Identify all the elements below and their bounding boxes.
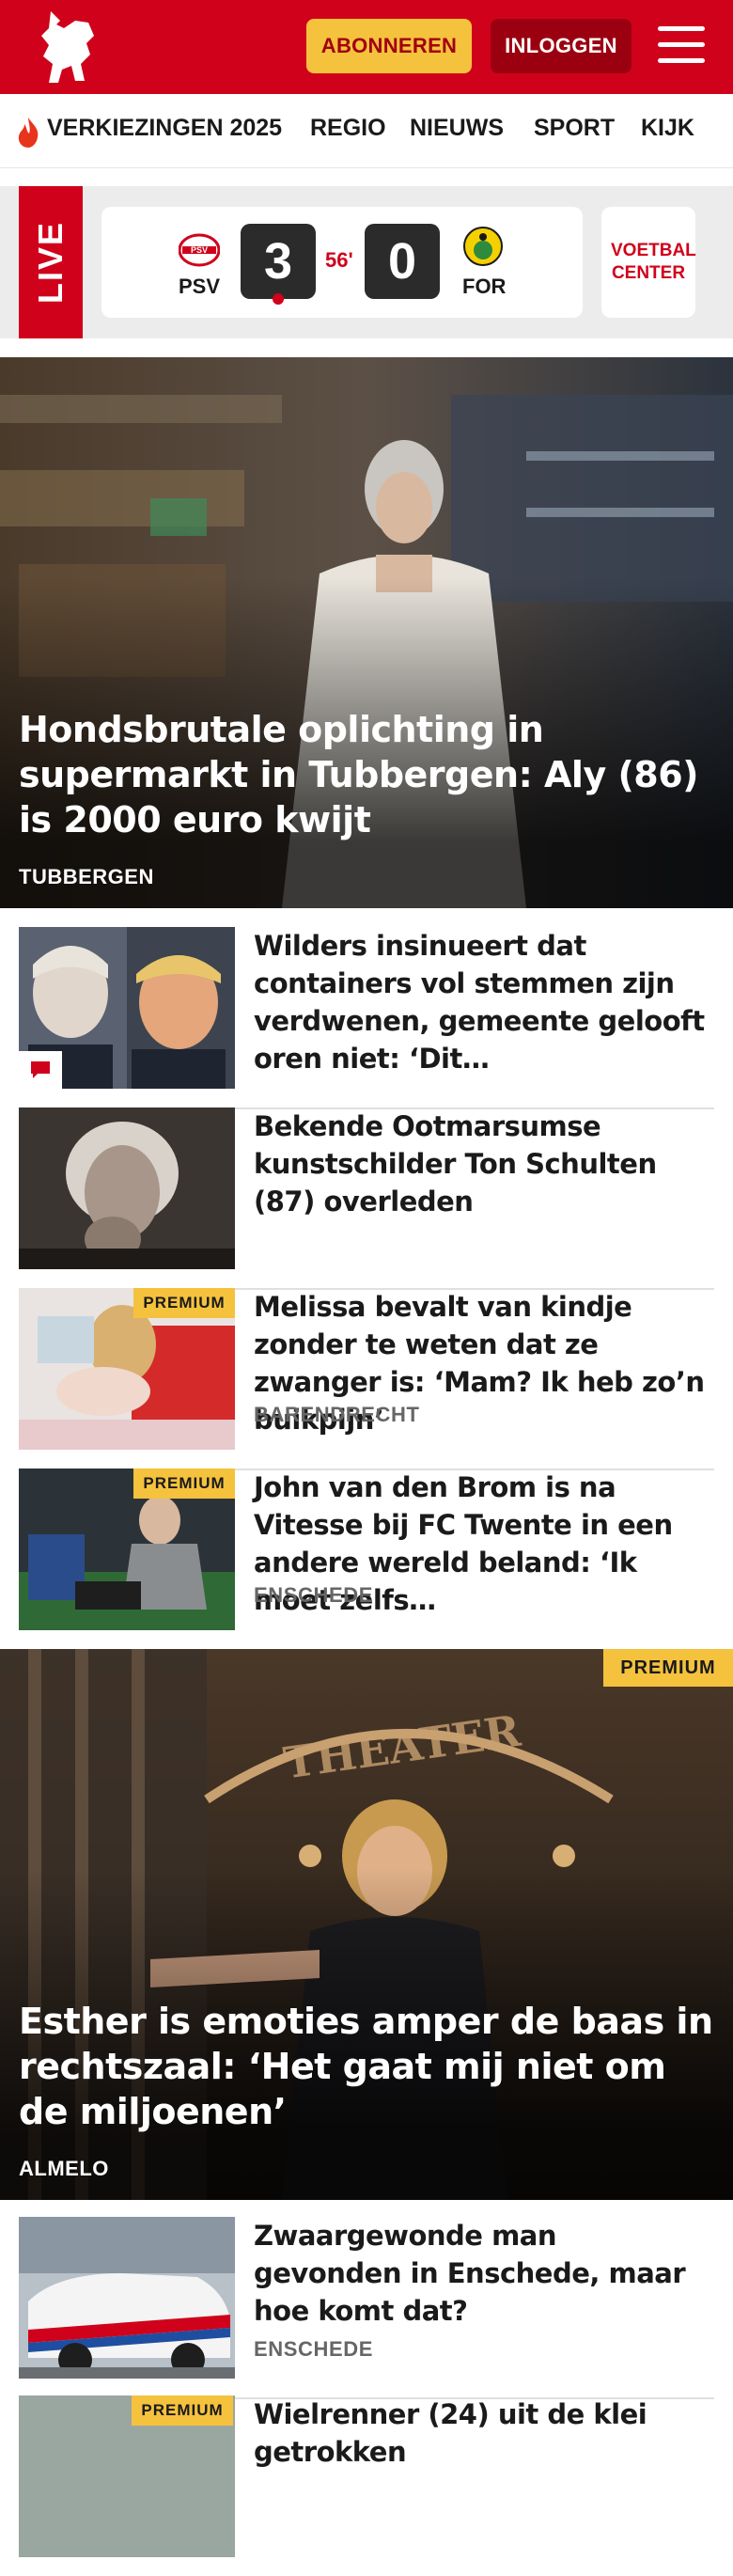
away-score: 0 (365, 224, 440, 299)
flame-icon (18, 118, 39, 148)
premium-badge: PREMIUM (133, 1469, 235, 1499)
subscribe-button[interactable]: ABONNEREN (306, 19, 472, 73)
voetbal-center-label: VOETBAL CENTER (611, 241, 696, 283)
list-item[interactable]: PREMIUM Melissa bevalt van kindje zonder… (19, 1288, 714, 1470)
article-thumbnail: PREMIUM (19, 2395, 235, 2557)
nav-item-nieuws[interactable]: NIEUWS (410, 115, 504, 142)
live-scores-widget: LIVE PSV PSV 3 56' 0 FOR VOETBAL CENTER (0, 186, 733, 338)
hero-article-supermarket[interactable]: Hondsbrutale oplichting in supermarkt in… (0, 357, 733, 908)
match-minute: 56' (325, 248, 353, 272)
nav-item-sport[interactable]: SPORT (534, 115, 615, 142)
match-score-card[interactable]: PSV PSV 3 56' 0 FOR (101, 207, 583, 318)
article-title[interactable]: Zwaargewonde man gevonden in Enschede, m… (254, 2217, 705, 2330)
article-location: ENSCHEDE (254, 2337, 374, 2361)
article-location: ENSCHEDE (254, 1583, 374, 1607)
voetbal-center-link[interactable]: VOETBAL CENTER (601, 207, 696, 318)
login-button[interactable]: INLOGGEN (491, 19, 632, 73)
article-location: BARENDRECHT (254, 1403, 420, 1426)
list-item[interactable]: Zwaargewonde man gevonden in Enschede, m… (19, 2217, 714, 2399)
tubantia-horse-logo[interactable] (32, 8, 101, 86)
section-nav: VERKIEZINGEN 2025 REGIO NIEUWS SPORT KIJ… (0, 94, 733, 168)
fortuna-logo-icon (463, 227, 503, 266)
premium-badge: PREMIUM (603, 1649, 733, 1687)
article-thumbnail (19, 1107, 235, 1269)
nav-item-verkiezingen[interactable]: VERKIEZINGEN 2025 (47, 115, 282, 142)
article-thumbnail (19, 2217, 235, 2379)
psv-logo-icon: PSV (179, 233, 220, 267)
article-thumbnail: PREMIUM (19, 1469, 235, 1630)
article-thumbnail: PREMIUM (19, 1288, 235, 1450)
comments-badge[interactable] (19, 1051, 62, 1089)
hamburger-menu-icon[interactable] (658, 23, 705, 68)
thumb-photo-police-car (19, 2217, 235, 2379)
svg-text:PSV: PSV (191, 245, 208, 255)
article-title[interactable]: Wilders insinueert dat containers vol st… (254, 927, 705, 1077)
hero-location: TUBBERGEN (19, 865, 154, 888)
hero-article-rechtszaal[interactable]: THEATER PREMIUM Esther is emoties amper … (0, 1649, 733, 2200)
hero-location: ALMELO (19, 2157, 109, 2180)
nav-item-kijk[interactable]: KIJK (641, 115, 694, 142)
list-item[interactable]: PREMIUM John van den Brom is na Vitesse … (19, 1469, 714, 1651)
live-indicator-dot (273, 293, 284, 305)
article-thumbnail (19, 927, 235, 1089)
nav-item-regio[interactable]: REGIO (310, 115, 386, 142)
away-team-name: FOR (462, 275, 507, 298)
article-title[interactable]: Bekende Ootmarsumse kunstschilder Ton Sc… (254, 1107, 705, 1220)
live-tab[interactable]: LIVE (19, 186, 83, 338)
premium-badge: PREMIUM (133, 1288, 235, 1318)
hero-title[interactable]: Hondsbrutale oplichting in supermarkt in… (19, 707, 714, 842)
article-title[interactable]: Wielrenner (24) uit de klei getrokken (254, 2395, 705, 2471)
top-header: ABONNEREN INLOGGEN (0, 0, 733, 94)
home-team-name: PSV (179, 275, 221, 298)
premium-badge: PREMIUM (132, 2395, 233, 2426)
list-item[interactable]: PREMIUM Wielrenner (24) uit de klei getr… (19, 2395, 714, 2576)
list-item[interactable]: Wilders insinueert dat containers vol st… (19, 927, 714, 1109)
hero-title[interactable]: Esther is emoties amper de baas in recht… (19, 1999, 714, 2134)
live-label: LIVE (31, 220, 70, 305)
comment-icon (31, 1061, 50, 1078)
home-score: 3 (241, 224, 316, 299)
list-item[interactable]: Bekende Ootmarsumse kunstschilder Ton Sc… (19, 1107, 714, 1290)
thumb-photo-schulten (19, 1107, 235, 1269)
